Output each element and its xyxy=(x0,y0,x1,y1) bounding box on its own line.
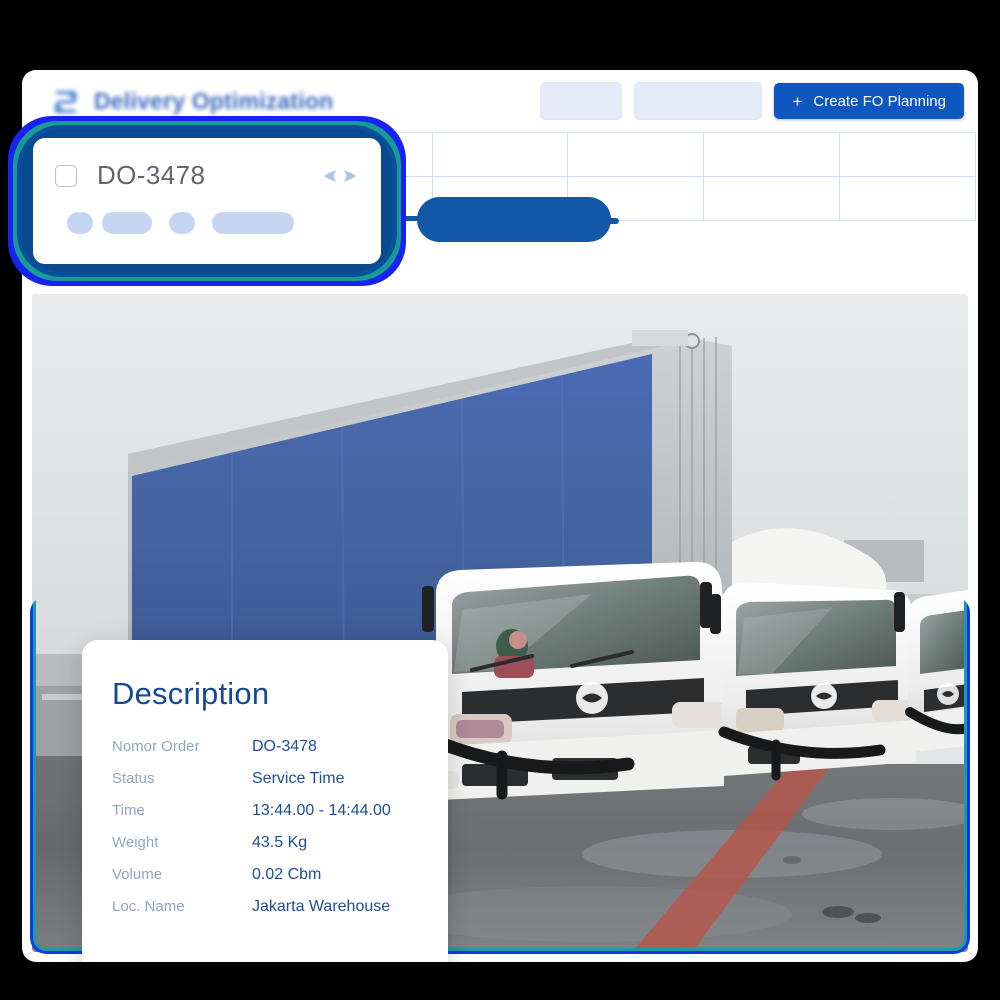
description-value: 13:44.00 - 14:44.00 xyxy=(252,802,391,819)
description-row-loc-name: Loc. Name Jakarta Warehouse xyxy=(112,898,418,916)
table-cell xyxy=(839,176,976,221)
order-select-checkbox[interactable] xyxy=(55,164,77,187)
description-label: Volume xyxy=(112,866,163,883)
order-card[interactable]: DO-3478 xyxy=(33,138,381,264)
description-value: Jakarta Warehouse xyxy=(252,898,391,915)
description-label: Weight xyxy=(112,834,159,851)
logistics-logo-icon xyxy=(54,90,77,114)
placeholder-pill xyxy=(212,212,294,234)
description-value: DO-3478 xyxy=(252,738,317,755)
description-title: Description xyxy=(112,676,270,711)
description-card: Description Nomor Order DO-3478 Status S… xyxy=(82,640,448,962)
description-label: Loc. Name xyxy=(112,898,185,915)
description-row-status: Status Service Time xyxy=(112,770,418,788)
description-row-weight: Weight 43.5 Kg xyxy=(112,834,418,852)
description-value: 43.5 Kg xyxy=(252,834,308,851)
order-card-placeholders xyxy=(67,212,359,234)
header-actions: + Create FO Planning xyxy=(540,82,964,120)
order-number-label: DO-3478 xyxy=(97,160,206,190)
eye-icon[interactable] xyxy=(321,163,359,189)
description-value: Service Time xyxy=(252,770,345,787)
description-label: Status xyxy=(112,770,155,787)
placeholder-pill xyxy=(169,212,195,234)
focused-order-modal[interactable]: DO-3478 xyxy=(8,116,406,286)
description-row-volume: Volume 0.02 Cbm xyxy=(112,866,418,884)
table-cell xyxy=(431,176,569,221)
placeholder-pill xyxy=(102,212,152,234)
table-col-6[interactable] xyxy=(703,132,841,177)
brand: Delivery Optimization xyxy=(50,86,333,116)
table-col-7[interactable] xyxy=(839,132,976,177)
table-col-4[interactable] xyxy=(431,132,569,177)
filter-dropdown[interactable] xyxy=(540,82,623,120)
create-fo-planning-button[interactable]: + Create FO Planning xyxy=(774,83,964,119)
order-card-top-row: DO-3478 xyxy=(55,160,359,191)
table-cell xyxy=(567,176,705,221)
placeholder-pill xyxy=(67,212,93,234)
screen-root: Delivery Optimization + Create FO Planni… xyxy=(0,0,1000,1000)
description-value: 0.02 Cbm xyxy=(252,866,322,883)
table-cell xyxy=(703,176,841,221)
description-row-time: Time 13:44.00 - 14:44.00 xyxy=(112,802,418,820)
table-col-5[interactable] xyxy=(567,132,705,177)
description-label: Time xyxy=(112,802,145,819)
description-row-nomor-order: Nomor Order DO-3478 xyxy=(112,738,418,756)
search-input[interactable] xyxy=(634,82,763,120)
description-label: Nomor Order xyxy=(112,738,200,755)
create-fo-planning-label: Create FO Planning xyxy=(813,92,946,110)
plus-icon: + xyxy=(792,91,803,111)
page-title: Delivery Optimization xyxy=(94,87,334,114)
